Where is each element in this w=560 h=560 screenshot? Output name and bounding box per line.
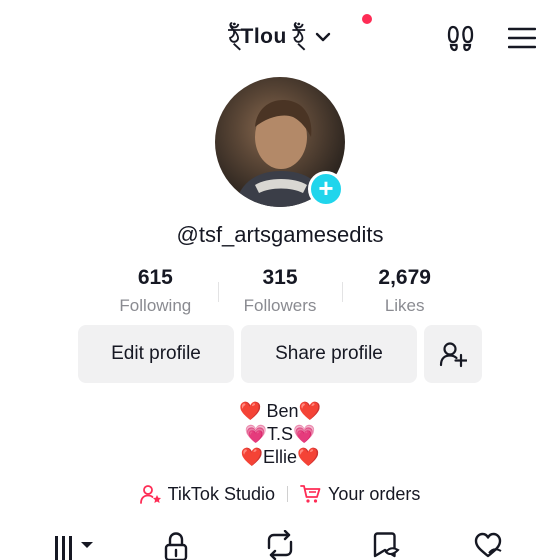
add-friend-icon — [439, 342, 467, 368]
username: @tsf_artsgamesedits — [176, 222, 384, 247]
top-bar: ঠ্ঁTlou ঠ্ঁ — [0, 0, 560, 70]
bio-line: 💗T.S💗 — [244, 424, 316, 444]
favorites-icon[interactable] — [371, 530, 401, 560]
avatar-container[interactable]: + — [215, 77, 345, 207]
add-story-plus-icon[interactable]: + — [308, 171, 344, 207]
divider — [287, 486, 288, 502]
share-profile-button[interactable]: Share profile — [241, 325, 417, 383]
edit-profile-button[interactable]: Edit profile — [78, 325, 234, 383]
bio-line: ❤️Ellie❤️ — [240, 447, 320, 467]
stat-label: Followers — [243, 296, 317, 315]
stat-likes[interactable]: 2,679 Likes — [342, 266, 467, 316]
repost-icon[interactable] — [265, 530, 295, 560]
your-orders-label: Your orders — [328, 483, 421, 504]
stat-label: Following — [119, 296, 192, 315]
chevron-down-icon — [316, 33, 331, 42]
stat-value: 615 — [137, 266, 173, 289]
notification-dot — [362, 14, 372, 24]
stat-following[interactable]: 615 Following — [93, 266, 218, 316]
stat-value: 315 — [262, 266, 298, 289]
add-friend-button[interactable] — [424, 325, 482, 383]
bio-line: ❤️ Ben❤️ — [239, 401, 321, 421]
content-tabs — [0, 530, 560, 560]
menu-icon[interactable] — [508, 26, 536, 50]
stat-value: 2,679 — [378, 266, 431, 289]
stat-label: Likes — [384, 296, 425, 315]
cart-icon — [300, 485, 321, 503]
bio: ❤️ Ben❤️ 💗T.S💗 ❤️Ellie❤️ — [0, 400, 560, 469]
your-orders-link[interactable]: Your orders — [300, 484, 420, 505]
profile-stats: 615 Following 315 Followers 2,679 Likes — [93, 266, 467, 316]
grid-icon[interactable] — [52, 530, 96, 560]
profile-links: TikTok Studio Your orders — [0, 482, 560, 506]
lock-icon[interactable] — [163, 530, 189, 560]
footprints-icon[interactable] — [446, 24, 478, 52]
tiktok-studio-link[interactable]: TikTok Studio — [139, 483, 275, 505]
stat-followers[interactable]: 315 Followers — [217, 266, 343, 316]
liked-icon[interactable] — [473, 530, 503, 560]
tiktok-studio-label: TikTok Studio — [167, 483, 275, 504]
tiktok-studio-icon — [139, 485, 161, 504]
account-name: ঠ্ঁTlou ঠ্ঁ — [228, 25, 305, 48]
